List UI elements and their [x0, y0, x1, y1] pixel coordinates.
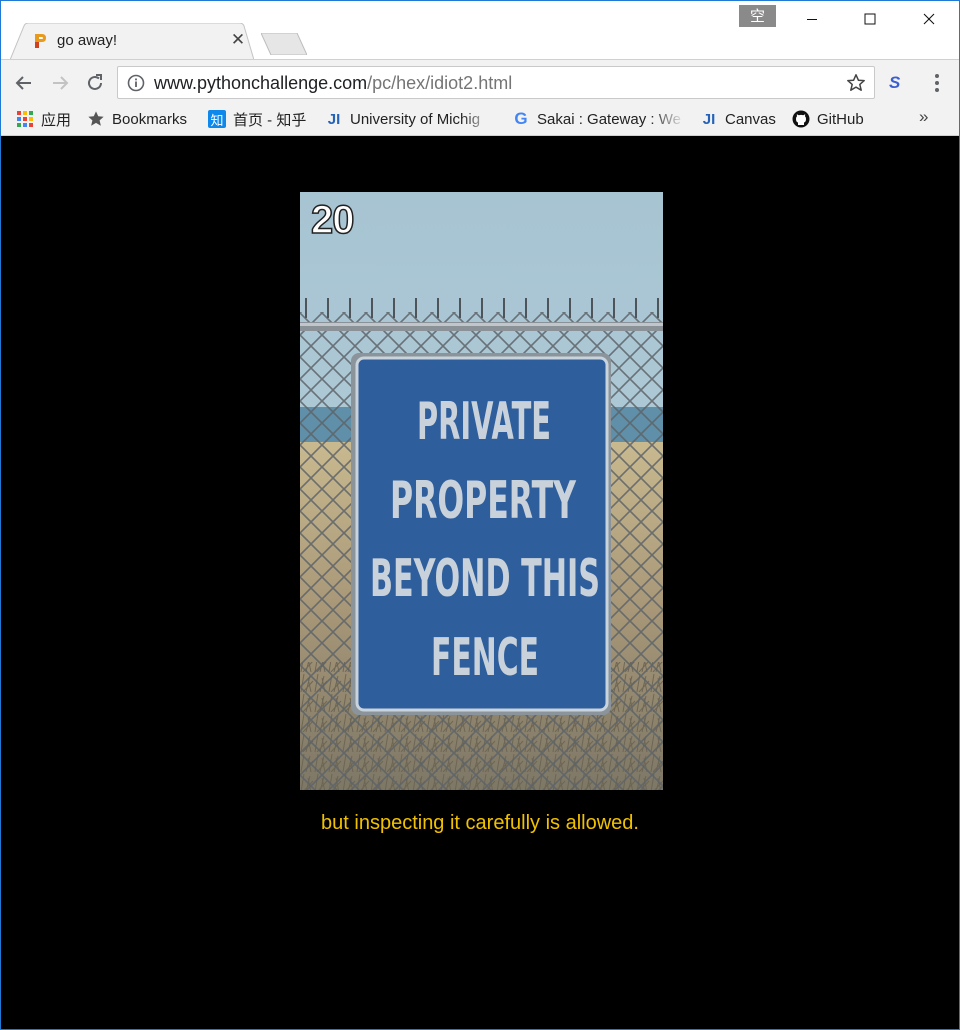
- tab-active[interactable]: go away! ✕: [10, 23, 254, 60]
- bookmark-star-icon[interactable]: [846, 73, 866, 93]
- minimize-icon: [807, 19, 817, 20]
- sign-line-1: PRIVATE: [417, 392, 551, 452]
- sign-line-4: FENCE: [431, 628, 539, 688]
- title-bar: go away! ✕ 空: [1, 1, 959, 60]
- bookmark-label: Bookmarks: [112, 110, 188, 128]
- tab-close-icon[interactable]: ✕: [228, 30, 248, 50]
- private-property-sign-image[interactable]: PRIVATE PROPERTY BEYOND THIS FENCE 20: [300, 192, 663, 790]
- sign-line-2: PROPERTY: [390, 471, 577, 531]
- star-icon: [87, 110, 105, 128]
- level-number: 20: [310, 197, 355, 243]
- zhihu-icon: 知: [208, 110, 226, 129]
- back-button[interactable]: [10, 69, 38, 97]
- bookmark-label: 首页 - 知乎: [233, 111, 307, 129]
- bookmark-label: 应用: [41, 111, 72, 129]
- toolbar: www.pythonchallenge.com/pc/hex/idiot2.ht…: [1, 59, 959, 104]
- bookmark-university-of-michigan[interactable]: JI University of Michig: [325, 108, 495, 130]
- close-icon: [923, 13, 935, 25]
- close-window-button[interactable]: [900, 1, 958, 37]
- ime-indicator: 空: [739, 5, 776, 27]
- bookmark-label: Canvas: [725, 110, 776, 128]
- bookmark-label: GitHub: [817, 110, 864, 128]
- sign-photo: PRIVATE PROPERTY BEYOND THIS FENCE: [300, 192, 663, 790]
- maximize-icon: [864, 13, 876, 25]
- bookmark-apps[interactable]: 应用: [16, 108, 71, 130]
- forward-arrow-icon: [53, 76, 69, 90]
- reload-button[interactable]: [81, 69, 109, 97]
- python-challenge-favicon-icon: [35, 34, 46, 48]
- sign-line-3: BEYOND THIS: [370, 549, 600, 609]
- menu-dots-icon[interactable]: [929, 72, 945, 94]
- apps-grid-icon: [16, 110, 34, 128]
- bookmark-label: University of Michig: [350, 110, 481, 128]
- browser-window: go away! ✕ 空 www.pythonchallenge.com/pc/…: [0, 0, 960, 1030]
- url-path: /pc/hex/idiot2.html: [367, 73, 513, 93]
- reload-icon: [88, 74, 102, 90]
- address-bar[interactable]: www.pythonchallenge.com/pc/hex/idiot2.ht…: [117, 66, 875, 99]
- maximize-button[interactable]: [841, 1, 899, 37]
- bookmark-canvas[interactable]: JI Canvas: [700, 108, 776, 130]
- info-icon[interactable]: [127, 74, 145, 92]
- extension-icon[interactable]: S: [889, 73, 900, 93]
- bookmark-github[interactable]: GitHub: [792, 108, 864, 130]
- url-domain: www.pythonchallenge.com: [154, 73, 368, 93]
- ji-icon: JI: [702, 110, 716, 128]
- github-icon: [792, 110, 810, 128]
- new-tab-button[interactable]: [261, 33, 307, 55]
- url-text: www.pythonchallenge.com/pc/hex/idiot2.ht…: [154, 73, 512, 94]
- ji-icon: JI: [327, 110, 341, 128]
- bookmark-sakai[interactable]: G Sakai : Gateway : We: [512, 108, 685, 130]
- hint-caption: but inspecting it carefully is allowed.: [321, 812, 639, 834]
- back-arrow-icon: [15, 76, 31, 90]
- bookmark-label: Sakai : Gateway : We: [537, 110, 681, 128]
- bookmarks-bar: 应用 Bookmarks 知 首页 - 知乎 JI University of …: [1, 103, 959, 136]
- bookmark-bookmarks[interactable]: Bookmarks: [87, 108, 187, 130]
- tab-title: go away!: [57, 32, 118, 49]
- google-icon: G: [514, 109, 528, 128]
- page-content: PRIVATE PROPERTY BEYOND THIS FENCE 20 bu…: [1, 136, 959, 1029]
- bookmarks-overflow-button[interactable]: »: [919, 107, 928, 127]
- forward-button[interactable]: [46, 69, 74, 97]
- bookmark-zhihu[interactable]: 知 首页 - 知乎: [208, 108, 306, 130]
- minimize-button[interactable]: [783, 1, 841, 37]
